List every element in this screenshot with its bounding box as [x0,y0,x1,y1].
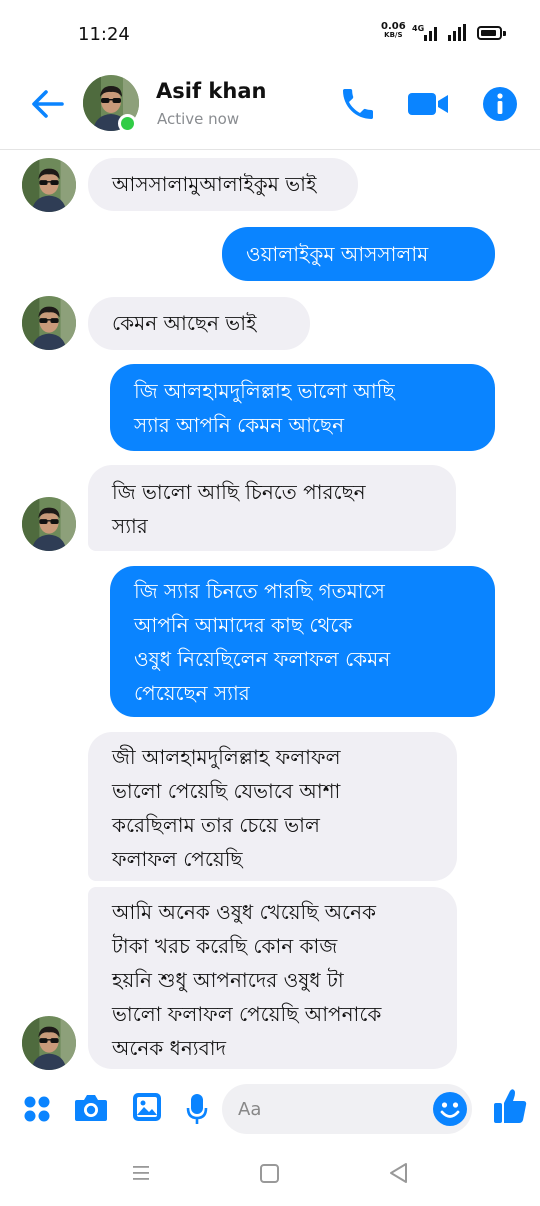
message-line: টাকা খরচ করেছি কোন কাজ [112,934,338,958]
network-speed-value: 0.06 [381,21,406,32]
message-composer [0,1078,540,1140]
home-icon[interactable] [260,1164,279,1183]
network-type: 4G [412,24,425,33]
emoji-button[interactable] [432,1091,468,1127]
message-bubble-incoming[interactable]: কেমন আছেন ভাই [88,297,310,350]
profile-photo [22,1016,76,1070]
message-bubble-incoming[interactable]: আসসালামুআলাইকুম ভাই [88,158,358,211]
message-line: করেছিলাম তার চেয়ে ভাল [112,813,320,837]
message-line: আপনি আমাদের কাছ থেকে [134,613,353,637]
system-back-button[interactable] [388,1162,408,1184]
message-line: ভালো পেয়েছি যেভাবে আশা [112,779,341,803]
signal-2-icon [448,24,466,41]
recent-apps-button[interactable] [132,1164,150,1182]
profile-photo [22,497,76,551]
battery-icon [477,26,502,40]
voice-button[interactable] [185,1092,209,1126]
message-line: স্যার আপনি কেমন আছেন [134,413,345,437]
message-line: জি আলহামদুলিল্লাহ ভালো আছি [134,379,395,403]
like-button[interactable] [492,1086,528,1126]
message-line: আসসালামুআলাইকুম ভাই [112,172,317,196]
profile-photo [22,296,76,350]
status-bar: 11:24 0.06 KB/S 4G [0,0,540,70]
message-line: জি ভালো আছি চিনতে পারছেন [112,480,366,504]
sender-avatar[interactable] [22,497,76,551]
online-indicator [118,114,137,133]
thumbs-up-icon [494,1089,527,1123]
microphone-icon [186,1094,208,1124]
message-line: আমি অনেক ওষুধ খেয়েছি অনেক [112,900,377,924]
call-button[interactable] [338,84,378,124]
message-line: ওয়ালাইকুম আসসালাম [246,242,429,266]
message-line: জী আলহামদুলিল্লাহ ফলাফল [112,745,341,769]
phone-icon [343,89,373,119]
message-line: অনেক ধন্যবাদ [112,1036,227,1060]
camera-icon [75,1095,107,1121]
message-line: ভালো ফলাফল পেয়েছি আপনাকে [112,1002,382,1026]
message-line: কেমন আছেন ভাই [112,311,257,335]
sender-avatar[interactable] [22,158,76,212]
signal-1-icon [424,25,437,41]
message-bubble-outgoing[interactable]: জি স্যার চিনতে পারছি গতমাসে আপনি আমাদের … [110,566,495,717]
apps-button[interactable] [22,1094,52,1124]
video-call-button[interactable] [406,88,450,120]
network-speed-unit: KB/S [384,31,403,39]
gallery-icon [133,1093,161,1121]
apps-icon [24,1096,50,1122]
sender-avatar[interactable] [22,296,76,350]
arrow-left-icon [32,90,64,118]
contact-name[interactable]: Asif khan [156,79,266,103]
message-line: স্যার [112,514,148,538]
network-speed: 0.06 KB/S [381,22,406,40]
message-line: হয়নি শুধু আপনাদের ওষুধ টা [112,968,344,992]
back-triangle-icon [390,1163,407,1183]
menu-icon [133,1166,149,1180]
chat-header: Asif khan Active now [0,70,540,150]
back-button[interactable] [28,86,68,122]
message-line: জি স্যার চিনতে পারছি গতমাসে [134,579,385,603]
profile-photo [22,158,76,212]
emoji-icon [433,1092,467,1126]
contact-status: Active now [157,110,240,128]
sender-avatar[interactable] [22,1016,76,1070]
camera-button[interactable] [73,1092,109,1124]
status-time: 11:24 [78,24,130,45]
message-bubble-incoming[interactable]: জি ভালো আছি চিনতে পারছেন স্যার [88,465,456,551]
info-icon [483,87,517,121]
message-bubble-incoming[interactable]: আমি অনেক ওষুধ খেয়েছি অনেক টাকা খরচ করেছ… [88,887,457,1069]
message-line: ফলাফল পেয়েছি [112,847,243,871]
message-bubble-outgoing[interactable]: ওয়ালাইকুম আসসালাম [222,227,495,281]
message-line: ওষুধ নিয়েছিলেন ফলাফল কেমন [134,647,391,671]
gallery-button[interactable] [131,1091,163,1123]
message-line: পেয়েছেন স্যার [134,681,250,705]
message-bubble-outgoing[interactable]: জি আলহামদুলিল্লাহ ভালো আছি স্যার আপনি কে… [110,364,495,451]
system-nav-bar [0,1140,540,1206]
message-bubble-incoming[interactable]: জী আলহামদুলিল্লাহ ফলাফল ভালো পেয়েছি যেভ… [88,732,457,881]
video-camera-icon [408,93,448,115]
info-button[interactable] [482,86,518,122]
